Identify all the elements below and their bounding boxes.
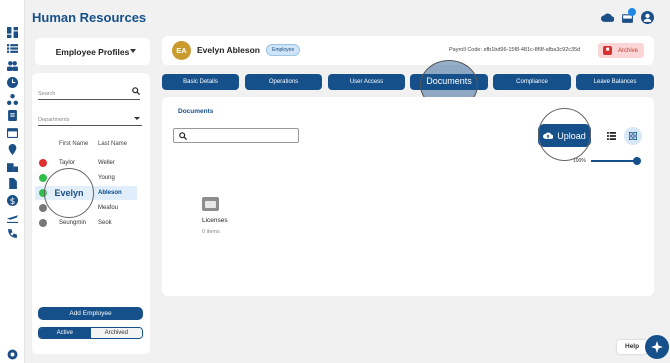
search-field[interactable]: Search bbox=[38, 86, 140, 100]
employee-header: EA Evelyn Ableson Employee Payroll Code:… bbox=[162, 36, 654, 65]
search-icon[interactable] bbox=[132, 87, 140, 95]
departments-placeholder: Departments bbox=[38, 117, 70, 123]
magnifier-first-name: Evelyn bbox=[44, 168, 94, 218]
dollar-icon[interactable]: $ bbox=[7, 195, 18, 206]
archive-icon: ■ bbox=[603, 46, 612, 55]
tab-compliance[interactable]: Compliance bbox=[493, 74, 571, 90]
tab-user-access[interactable]: User Access bbox=[328, 74, 405, 90]
last-name-cell: Young bbox=[98, 175, 115, 181]
tab-leave-balances[interactable]: Leave Balances bbox=[576, 74, 654, 90]
icon-rail: $ bbox=[0, 0, 25, 363]
list-view-icon[interactable] bbox=[604, 129, 618, 143]
plane-icon[interactable] bbox=[7, 212, 18, 223]
zoom-slider[interactable] bbox=[591, 160, 638, 162]
chevron-down-icon bbox=[130, 49, 136, 53]
folder-item-count: 0 items bbox=[202, 229, 220, 235]
last-name-cell: Seok bbox=[98, 220, 112, 226]
people-icon[interactable] bbox=[7, 60, 18, 71]
payroll-label: Payroll Code: bbox=[449, 47, 483, 53]
dropdown-label: Employee Profiles bbox=[55, 46, 130, 57]
document-search-input[interactable] bbox=[173, 128, 299, 143]
status-dot bbox=[39, 219, 47, 227]
first-name-cell: Taylor bbox=[59, 160, 76, 166]
grid-view-icon[interactable] bbox=[626, 129, 640, 143]
assistant-icon[interactable] bbox=[645, 335, 669, 359]
chevron-down-icon bbox=[134, 117, 140, 120]
page-title: Human Resources bbox=[32, 10, 147, 25]
first-name-cell: Seungmin bbox=[59, 220, 87, 226]
user-icon[interactable] bbox=[641, 11, 654, 24]
breadcrumb[interactable]: Documents bbox=[178, 108, 213, 115]
search-placeholder: Search bbox=[38, 91, 56, 97]
avatar: EA bbox=[172, 41, 191, 60]
list-icon[interactable] bbox=[7, 43, 18, 54]
status-toggle: Active Archived bbox=[38, 327, 143, 339]
tab-operations[interactable]: Operations bbox=[245, 74, 322, 90]
column-header-first-name[interactable]: First Name bbox=[59, 141, 88, 147]
notification-badge bbox=[628, 8, 636, 16]
tab-basic-details[interactable]: Basic Details bbox=[162, 74, 239, 90]
zoom-slider-handle[interactable] bbox=[633, 157, 641, 165]
payroll-value: efb1bd96-15f8-481c-8f9f-afba3c92c35d bbox=[483, 47, 581, 53]
search-icon bbox=[179, 132, 187, 140]
employee-name: Evelyn Ableson bbox=[197, 45, 260, 55]
file-icon[interactable] bbox=[7, 178, 18, 189]
table-row[interactable]: Taylor Weller bbox=[35, 156, 137, 170]
documents-tab-label: Documents bbox=[426, 76, 472, 86]
dashboard-icon[interactable] bbox=[7, 27, 18, 38]
employee-profiles-dropdown[interactable]: Employee Profiles bbox=[35, 38, 150, 65]
zoom-level: 100% bbox=[573, 158, 586, 164]
status-dot bbox=[39, 204, 47, 212]
svg-text:$: $ bbox=[10, 197, 16, 206]
document-icon[interactable] bbox=[7, 110, 18, 121]
building-icon[interactable] bbox=[7, 161, 18, 172]
column-header-last-name[interactable]: Last Name bbox=[98, 141, 127, 147]
archive-button[interactable]: ■ Archive bbox=[598, 43, 644, 58]
last-name-cell: Meafou bbox=[98, 205, 119, 211]
calendar-icon[interactable] bbox=[7, 127, 18, 138]
help-button[interactable]: Help bbox=[617, 340, 647, 354]
role-badge: Employee bbox=[266, 44, 301, 56]
departments-select[interactable]: Departments bbox=[38, 112, 142, 126]
archived-toggle-button[interactable]: Archived bbox=[90, 328, 142, 338]
last-name-cell: Weller bbox=[98, 160, 115, 166]
org-icon[interactable] bbox=[7, 94, 18, 105]
cloud-icon[interactable] bbox=[601, 11, 615, 24]
archive-label: Archive bbox=[617, 47, 638, 54]
active-toggle-button[interactable]: Active bbox=[39, 328, 91, 338]
magnifier-upload bbox=[538, 108, 591, 161]
add-employee-button[interactable]: Add Employee bbox=[38, 307, 143, 320]
phone-icon[interactable] bbox=[7, 228, 18, 239]
payroll-code: Payroll Code: efb1bd96-15f8-481c-8f9f-af… bbox=[449, 47, 580, 53]
folder-icon[interactable] bbox=[202, 197, 219, 211]
folder-name[interactable]: Licenses bbox=[202, 217, 228, 224]
table-row[interactable]: Seungmin Seok bbox=[35, 216, 137, 230]
location-icon[interactable] bbox=[7, 144, 18, 155]
settings-icon[interactable] bbox=[7, 349, 18, 360]
status-dot bbox=[39, 159, 47, 167]
clock-icon[interactable] bbox=[7, 77, 18, 88]
last-name-cell: Ableson bbox=[98, 190, 122, 196]
